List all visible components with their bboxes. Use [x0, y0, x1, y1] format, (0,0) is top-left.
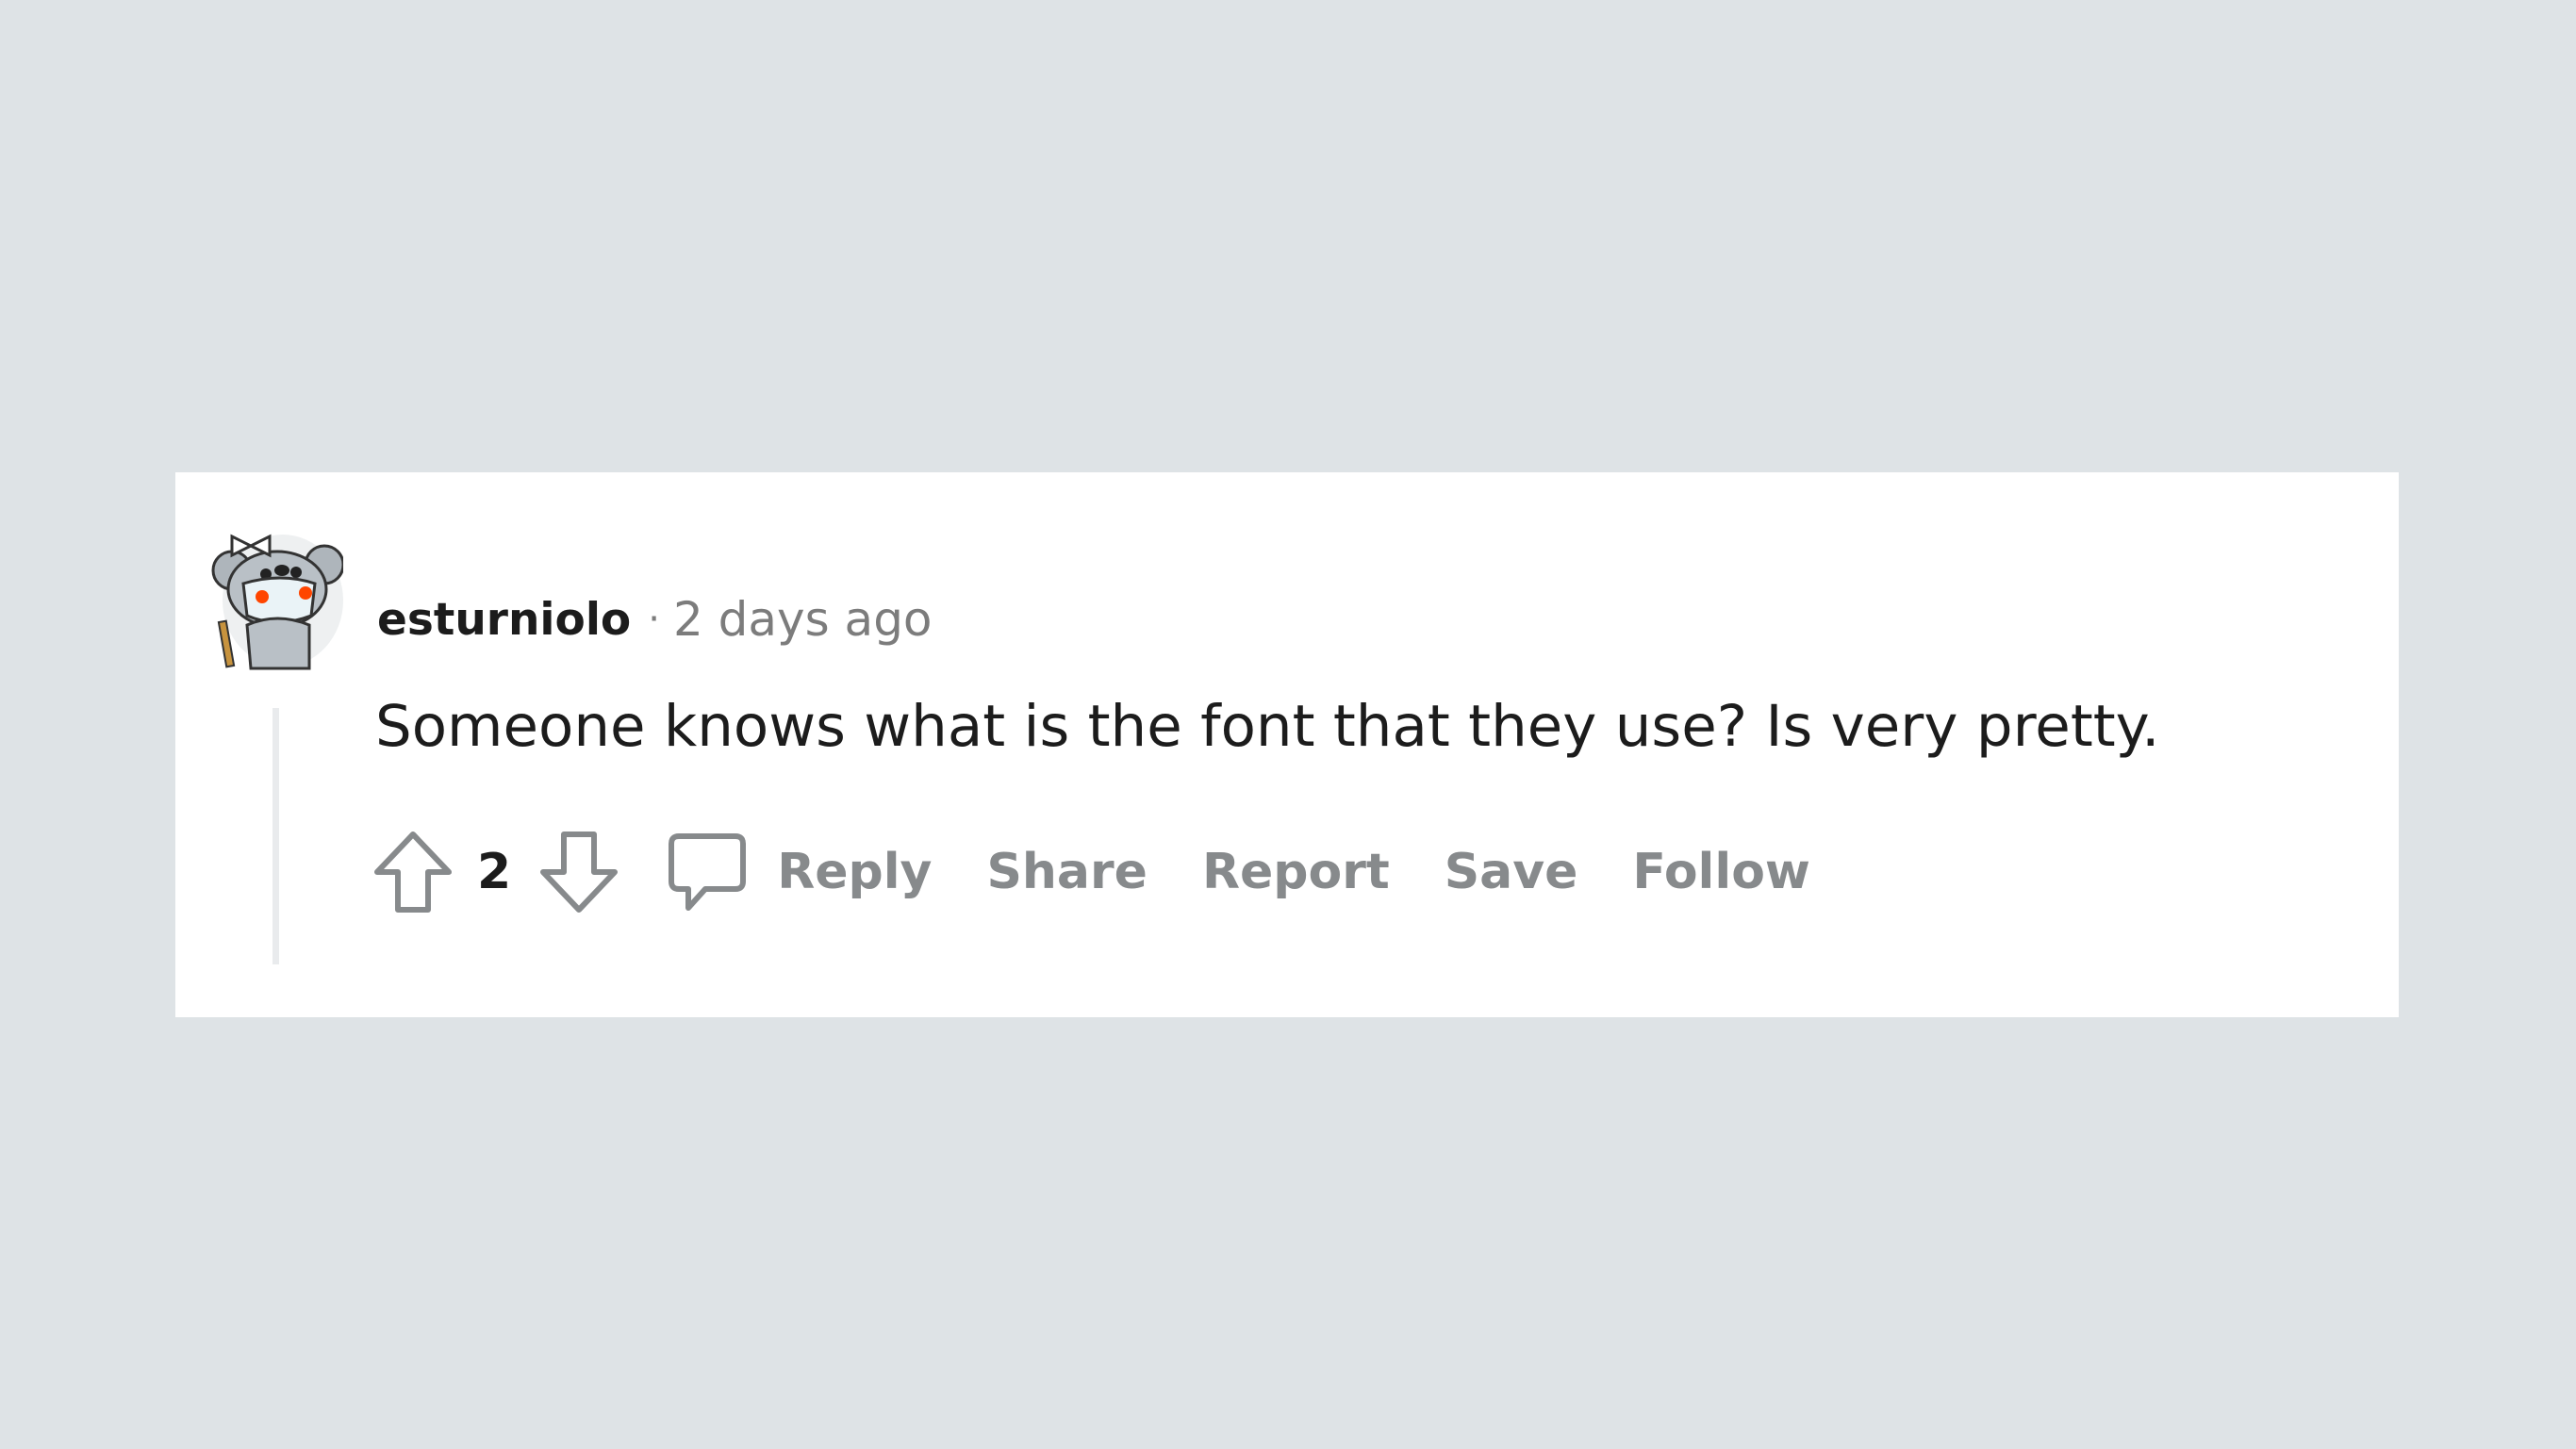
comment-actions: 2 Reply Share Report Save Follow — [372, 825, 1865, 919]
user-avatar[interactable] — [209, 518, 343, 678]
meta-separator: · — [648, 598, 660, 641]
snoo-avatar-icon — [211, 534, 343, 670]
reply-button[interactable]: Reply — [777, 844, 932, 900]
share-button[interactable]: Share — [986, 844, 1147, 900]
report-button[interactable]: Report — [1202, 844, 1390, 900]
save-button[interactable]: Save — [1445, 844, 1578, 900]
upvote-icon[interactable] — [372, 829, 454, 915]
follow-button[interactable]: Follow — [1632, 844, 1810, 900]
comment-body: Someone knows what is the font that they… — [375, 693, 2160, 760]
comment-card: esturniolo · 2 days ago Someone knows wh… — [175, 472, 2399, 1017]
comment-bubble-icon[interactable] — [666, 829, 749, 915]
comment-meta: esturniolo · 2 days ago — [377, 589, 933, 650]
username-link[interactable]: esturniolo — [377, 594, 631, 646]
timestamp[interactable]: 2 days ago — [673, 592, 933, 647]
downvote-icon[interactable] — [537, 829, 620, 915]
thread-line[interactable] — [272, 708, 279, 964]
vote-score: 2 — [477, 844, 512, 900]
